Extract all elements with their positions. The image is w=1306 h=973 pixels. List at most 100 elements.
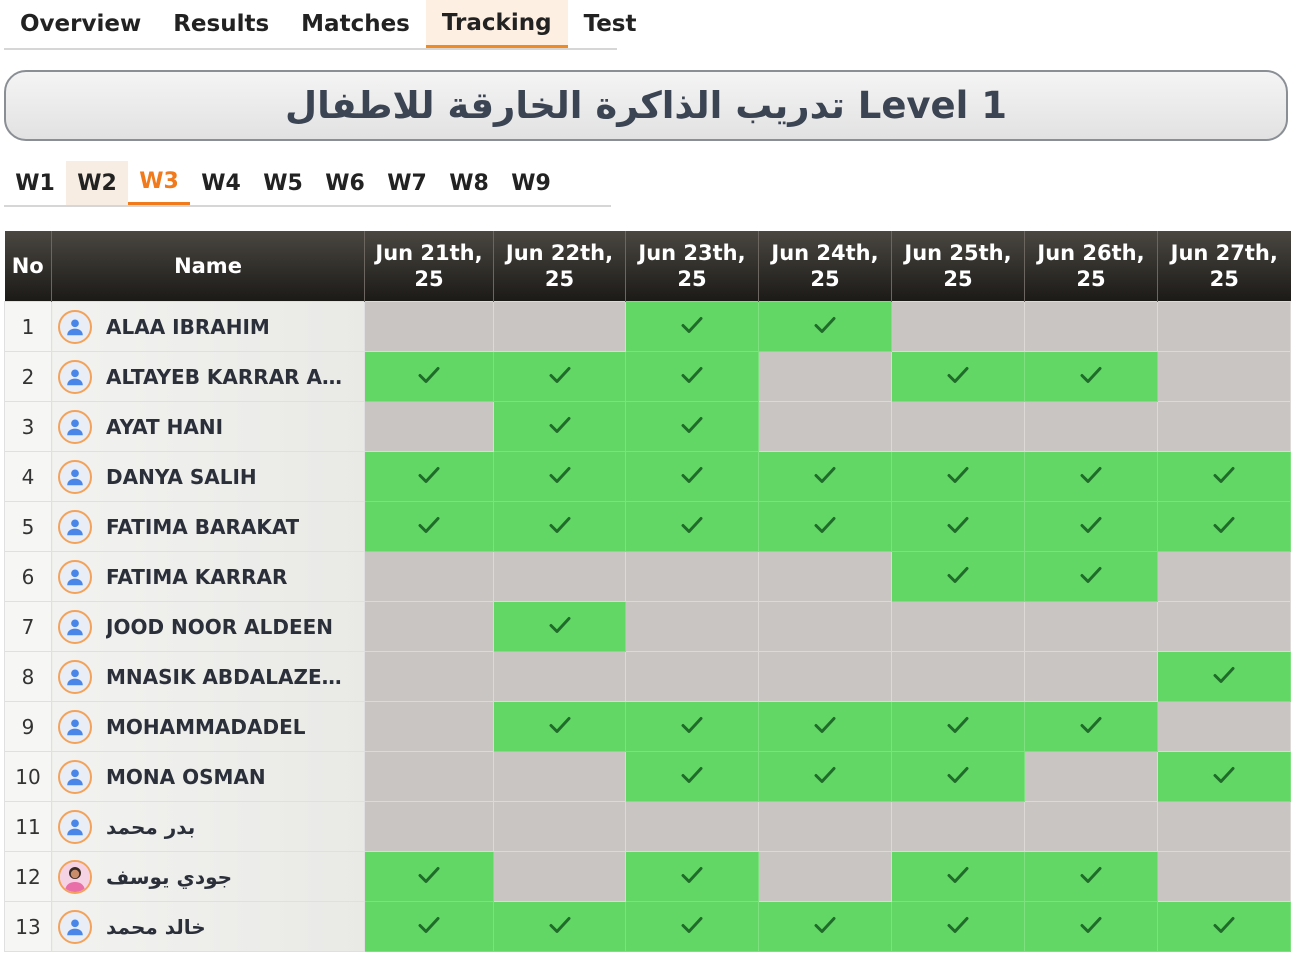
attendance-cell-present [364,351,494,402]
page-title-text: تدريب الذاكرة الخارقة للاطفال Level 1 [285,84,1007,127]
attendance-cell-absent [758,601,892,652]
check-icon [814,516,836,538]
attendance-cell-present [625,901,759,952]
tab-tracking[interactable]: Tracking [425,0,568,48]
user-avatar-icon[interactable] [58,459,92,494]
row-number: 6 [4,551,52,602]
attendance-cell-present [1157,501,1291,552]
student-name[interactable]: ALTAYEB KARRAR ALT... [106,365,346,389]
user-avatar-icon[interactable] [58,309,92,344]
attendance-cell-absent [891,801,1025,852]
check-icon [549,366,571,388]
attendance-cell-present [758,901,892,952]
student-name[interactable]: DANYA SALIH [106,465,257,489]
student-name[interactable]: MNASIK ABDALAZEEM [106,665,346,689]
column-header-date: Jun 25th, 25 [891,231,1025,302]
user-avatar-icon[interactable] [58,409,92,444]
check-icon [1080,716,1102,738]
student-info: ALAA IBRAHIM [52,302,364,351]
week-tab-w1[interactable]: W1 [4,161,66,205]
page-title: تدريب الذاكرة الخارقة للاطفال Level 1 [4,70,1288,141]
student-info: FATIMA BARAKAT [52,502,364,551]
tab-results[interactable]: Results [157,0,285,48]
tab-matches[interactable]: Matches [285,0,426,48]
check-icon [814,716,836,738]
student-name[interactable]: بدر محمد [106,815,195,839]
student-cell: ALTAYEB KARRAR ALT... [51,351,365,402]
attendance-cell-present [891,851,1025,902]
attendance-cell-present [758,751,892,802]
check-icon [1080,466,1102,488]
week-tab-w9[interactable]: W9 [500,161,562,205]
table-row: 5 FATIMA BARAKAT [4,501,1291,552]
student-name[interactable]: AYAT HANI [106,415,223,439]
date-label: Jun 23th, [638,241,746,265]
check-icon [814,766,836,788]
attendance-cell-present [758,451,892,502]
attendance-cell-present [1157,751,1291,802]
attendance-cell-present [1024,551,1158,602]
user-avatar-icon[interactable] [58,659,92,694]
attendance-cell-present [758,701,892,752]
student-name[interactable]: MONA OSMAN [106,765,266,789]
user-avatar-icon[interactable] [58,609,92,644]
attendance-cell-absent [1157,601,1291,652]
student-info: JOOD NOOR ALDEEN [52,602,364,651]
student-name[interactable]: JOOD NOOR ALDEEN [106,615,333,639]
row-number: 7 [4,601,52,652]
user-avatar-icon[interactable] [58,559,92,594]
check-icon [947,766,969,788]
row-number: 9 [4,701,52,752]
attendance-cell-absent [1024,651,1158,702]
attendance-cell-present [1024,351,1158,402]
attendance-cell-present [493,601,626,652]
student-name[interactable]: خالد محمد [106,915,206,939]
attendance-cell-present [1024,451,1158,502]
attendance-cell-absent [625,551,759,602]
tab-overview[interactable]: Overview [4,0,157,48]
table-row: 12 جودي يوسف [4,851,1291,902]
attendance-cell-absent [758,851,892,902]
check-icon [549,916,571,938]
table-row: 11 بدر محمد [4,801,1291,852]
check-icon [681,716,703,738]
user-avatar-icon[interactable] [58,809,92,844]
user-avatar-icon[interactable] [58,759,92,794]
avatar-photo[interactable] [58,859,92,894]
attendance-cell-absent [364,651,494,702]
check-icon [1080,566,1102,588]
student-name[interactable]: ALAA IBRAHIM [106,315,270,339]
date-label: Jun 27th, [1170,241,1278,265]
student-info: MONA OSMAN [52,752,364,801]
week-tab-w3[interactable]: W3 [128,161,190,205]
user-avatar-icon[interactable] [58,909,92,944]
column-header-date: Jun 27th, 25 [1157,231,1291,302]
row-number: 4 [4,451,52,502]
attendance-cell-present [493,351,626,402]
attendance-cell-absent [758,551,892,602]
attendance-cell-absent [1157,351,1291,402]
student-name[interactable]: جودي يوسف [106,865,232,889]
date-year: 25 [810,267,840,291]
attendance-cell-absent [1024,601,1158,652]
student-info: ALTAYEB KARRAR ALT... [52,352,364,401]
attendance-cell-absent [493,851,626,902]
attendance-cell-present [625,701,759,752]
tab-test[interactable]: Test [568,0,653,48]
student-name[interactable]: MOHAMMADADEL [106,715,306,739]
attendance-cell-present [625,301,759,352]
user-avatar-icon[interactable] [58,509,92,544]
attendance-cell-present [364,501,494,552]
week-tab-w7[interactable]: W7 [376,161,438,205]
user-avatar-icon[interactable] [58,359,92,394]
week-tab-w5[interactable]: W5 [252,161,314,205]
week-tab-w2[interactable]: W2 [66,161,128,205]
student-cell: MNASIK ABDALAZEEM [51,651,365,702]
week-tab-w6[interactable]: W6 [314,161,376,205]
attendance-cell-absent [1157,701,1291,752]
week-tab-w4[interactable]: W4 [190,161,252,205]
student-name[interactable]: FATIMA KARRAR [106,565,287,589]
week-tab-w8[interactable]: W8 [438,161,500,205]
student-name[interactable]: FATIMA BARAKAT [106,515,299,539]
user-avatar-icon[interactable] [58,709,92,744]
